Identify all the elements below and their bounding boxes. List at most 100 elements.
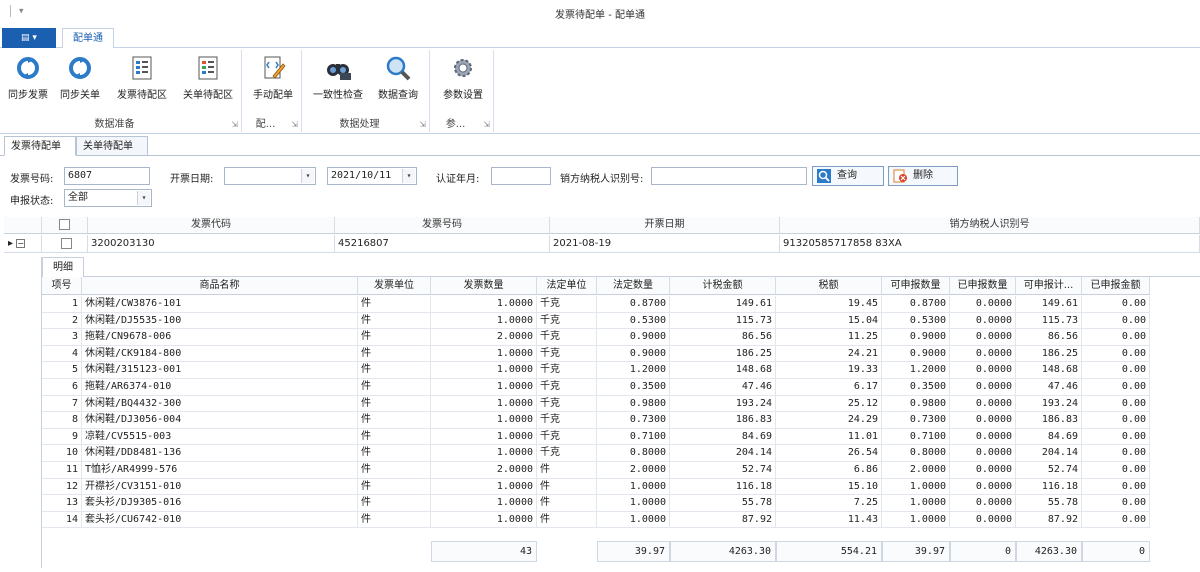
row-checkbox-cell[interactable] — [42, 235, 88, 253]
table-cell: 2.0000 — [431, 462, 537, 479]
table-cell: 0.0000 — [950, 345, 1016, 363]
table-cell: 0.8700 — [882, 296, 950, 313]
auth-month-input[interactable] — [491, 167, 551, 185]
col-invoice-code[interactable]: 发票代码 — [88, 217, 335, 234]
chevron-down-icon[interactable]: ▾ — [301, 169, 314, 183]
data-query-button[interactable]: 数据查询 — [372, 52, 424, 106]
table-row[interactable]: 12 开襟衫/CV3151-010 件 1.0000 件 1.0000 116.18 15.1… — [42, 478, 1150, 496]
parameter-settings-button[interactable]: 参数设置 — [436, 52, 490, 106]
date-from-select[interactable]: ▾ — [224, 167, 316, 185]
table-row[interactable]: 4 休闲鞋/CK9184-800 件 1.0000 千克 0.9000 186.25 24.2… — [42, 345, 1150, 363]
collapse-icon[interactable]: − — [16, 238, 26, 248]
table-cell: 1.0000 — [431, 296, 537, 313]
table-row[interactable]: 9 凉鞋/CV5515-003 件 1.0000 千克 0.7100 84.69 11.01 0… — [42, 428, 1150, 446]
table-cell: 千克 — [537, 412, 597, 429]
col-declared-amount[interactable]: 已申报金额 — [1082, 277, 1150, 295]
table-cell: 0.0000 — [950, 379, 1016, 396]
table-cell: 11 — [42, 462, 82, 479]
app-menu-button[interactable]: ▤ ▾ — [2, 28, 56, 48]
seller-tax-id-input[interactable] — [651, 167, 807, 185]
group-launcher-icon[interactable]: ⇲ — [291, 120, 298, 129]
tab-invoice-pending[interactable]: 发票待配单 — [4, 136, 76, 156]
col-invoice-unit[interactable]: 发票单位 — [358, 277, 431, 295]
col-declared-qty[interactable]: 已申报数量 — [950, 277, 1016, 295]
table-row[interactable]: 1 休闲鞋/CW3876-101 件 1.0000 千克 0.8700 149.61 19.4… — [42, 296, 1150, 313]
declare-status-label: 申报状态: — [10, 196, 54, 207]
table-cell: 1.0000 — [431, 395, 537, 413]
manual-match-button[interactable]: 手动配单 — [248, 52, 298, 106]
declare-status-select[interactable]: 全部 ▾ — [64, 189, 152, 207]
ribbon-tab-peidantong[interactable]: 配单通 — [62, 28, 114, 49]
table-cell: 千克 — [537, 345, 597, 363]
group-launcher-icon[interactable]: ⇲ — [419, 120, 426, 129]
table-cell: 0.0000 — [950, 495, 1016, 512]
list-icon — [198, 56, 218, 80]
table-cell: 0.0000 — [950, 428, 1016, 446]
col-seller-tax-id[interactable]: 销方纳税人识别号 — [780, 217, 1200, 234]
table-row[interactable]: 6 拖鞋/AR6374-010 件 1.0000 千克 0.3500 47.46 6.17 0.… — [42, 379, 1150, 396]
sync-customs-button[interactable]: 同步关单 — [56, 52, 104, 106]
cell-invoice-no[interactable]: 45216807 — [335, 235, 550, 253]
table-row[interactable]: 14 套头衫/CU6742-010 件 1.0000 件 1.0000 87.92 11.43… — [42, 511, 1150, 529]
total-taxable-amount: 4263.30 — [670, 541, 776, 562]
table-cell: 千克 — [537, 395, 597, 413]
delete-button[interactable]: 删除 — [888, 166, 958, 186]
invoice-no-input[interactable]: 6807 — [64, 167, 150, 185]
tab-detail[interactable]: 明细 — [42, 257, 84, 277]
table-row[interactable]: 3 拖鞋/CN9678-006 件 2.0000 千克 0.9000 86.56 11.25 0… — [42, 329, 1150, 346]
table-row[interactable]: 2 休闲鞋/DJ5535-100 件 1.0000 千克 0.5300 115.73 15.0… — [42, 312, 1150, 330]
col-invoice-qty[interactable]: 发票数量 — [431, 277, 537, 295]
ribbon-group-params: 参数设置 参... ⇲ — [432, 50, 494, 132]
table-cell: 0.00 — [1082, 445, 1150, 462]
total-invoice-qty: 43 — [431, 541, 537, 562]
select-all-checkbox[interactable] — [59, 218, 70, 230]
col-legal-qty[interactable]: 法定数量 — [597, 277, 670, 295]
table-cell: 0.00 — [1082, 462, 1150, 479]
date-to-select[interactable]: 2021/10/11 ▾ — [327, 167, 417, 185]
table-cell: 0.00 — [1082, 362, 1150, 379]
col-legal-unit[interactable]: 法定单位 — [537, 277, 597, 295]
col-item-no[interactable]: 项号 — [42, 277, 82, 295]
cell-invoice-code[interactable]: 3200203130 — [88, 235, 335, 253]
table-cell: 件 — [358, 296, 431, 313]
select-all-checkbox-cell[interactable] — [42, 217, 88, 234]
col-avail-amount[interactable]: 可申报计... — [1016, 277, 1082, 295]
table-cell: 6.17 — [776, 379, 882, 396]
table-cell: 1.2000 — [597, 362, 670, 379]
table-cell: 千克 — [537, 312, 597, 330]
row-checkbox[interactable] — [60, 237, 72, 249]
table-row[interactable]: 7 休闲鞋/BQ4432-300 件 1.0000 千克 0.9800 193.24 25.1… — [42, 395, 1150, 413]
col-invoice-no[interactable]: 发票号码 — [335, 217, 550, 234]
row-expander[interactable]: ▸ − — [4, 235, 42, 253]
chevron-down-icon[interactable]: ▾ — [402, 169, 415, 183]
tab-customs-pending[interactable]: 关单待配单 — [76, 136, 148, 156]
table-cell: 86.56 — [670, 329, 776, 346]
table-row[interactable]: 8 休闲鞋/DJ3056-004 件 1.0000 千克 0.7300 186.83 24.2… — [42, 412, 1150, 429]
col-invoice-date[interactable]: 开票日期 — [550, 217, 780, 234]
cell-invoice-date[interactable]: 2021-08-19 — [550, 235, 780, 253]
col-taxable-amount[interactable]: 计税金额 — [670, 277, 776, 295]
query-button[interactable]: 查询 — [812, 166, 884, 186]
table-cell: 件 — [358, 412, 431, 429]
sync-invoice-button[interactable]: 同步发票 — [4, 52, 52, 106]
col-avail-qty[interactable]: 可申报数量 — [882, 277, 950, 295]
table-cell: 1.0000 — [431, 428, 537, 446]
group-launcher-icon[interactable]: ⇲ — [483, 120, 490, 129]
group-launcher-icon[interactable]: ⇲ — [231, 120, 238, 129]
table-row[interactable]: 10 休闲鞋/DD8481-136 件 1.0000 千克 0.8000 204.14 26.… — [42, 445, 1150, 462]
table-cell: 1.0000 — [882, 478, 950, 496]
customs-pending-area-button[interactable]: 关单待配区 — [178, 52, 238, 106]
table-row[interactable]: 13 套头衫/DJ9305-016 件 1.0000 件 1.0000 55.78 7.25 1… — [42, 495, 1150, 512]
table-row[interactable]: 5 休闲鞋/315123-001 件 1.0000 千克 1.2000 148.68 19.3… — [42, 362, 1150, 379]
col-product-name[interactable]: 商品名称 — [82, 277, 358, 295]
consistency-check-button[interactable]: 一致性检查 — [308, 52, 368, 106]
table-cell: T恤衫/AR4999-576 — [82, 462, 358, 479]
cell-seller-tax-id[interactable]: 91320585717858 83XA — [780, 235, 1200, 253]
col-tax-amount[interactable]: 税额 — [776, 277, 882, 295]
sync-icon — [17, 57, 39, 79]
invoice-pending-area-button[interactable]: 发票待配区 — [112, 52, 172, 106]
table-cell: 25.12 — [776, 395, 882, 413]
table-row[interactable]: 11 T恤衫/AR4999-576 件 2.0000 件 2.0000 52.74 6.86 2… — [42, 462, 1150, 479]
chevron-down-icon[interactable]: ▾ — [137, 191, 150, 205]
table-cell: 0.7300 — [597, 412, 670, 429]
